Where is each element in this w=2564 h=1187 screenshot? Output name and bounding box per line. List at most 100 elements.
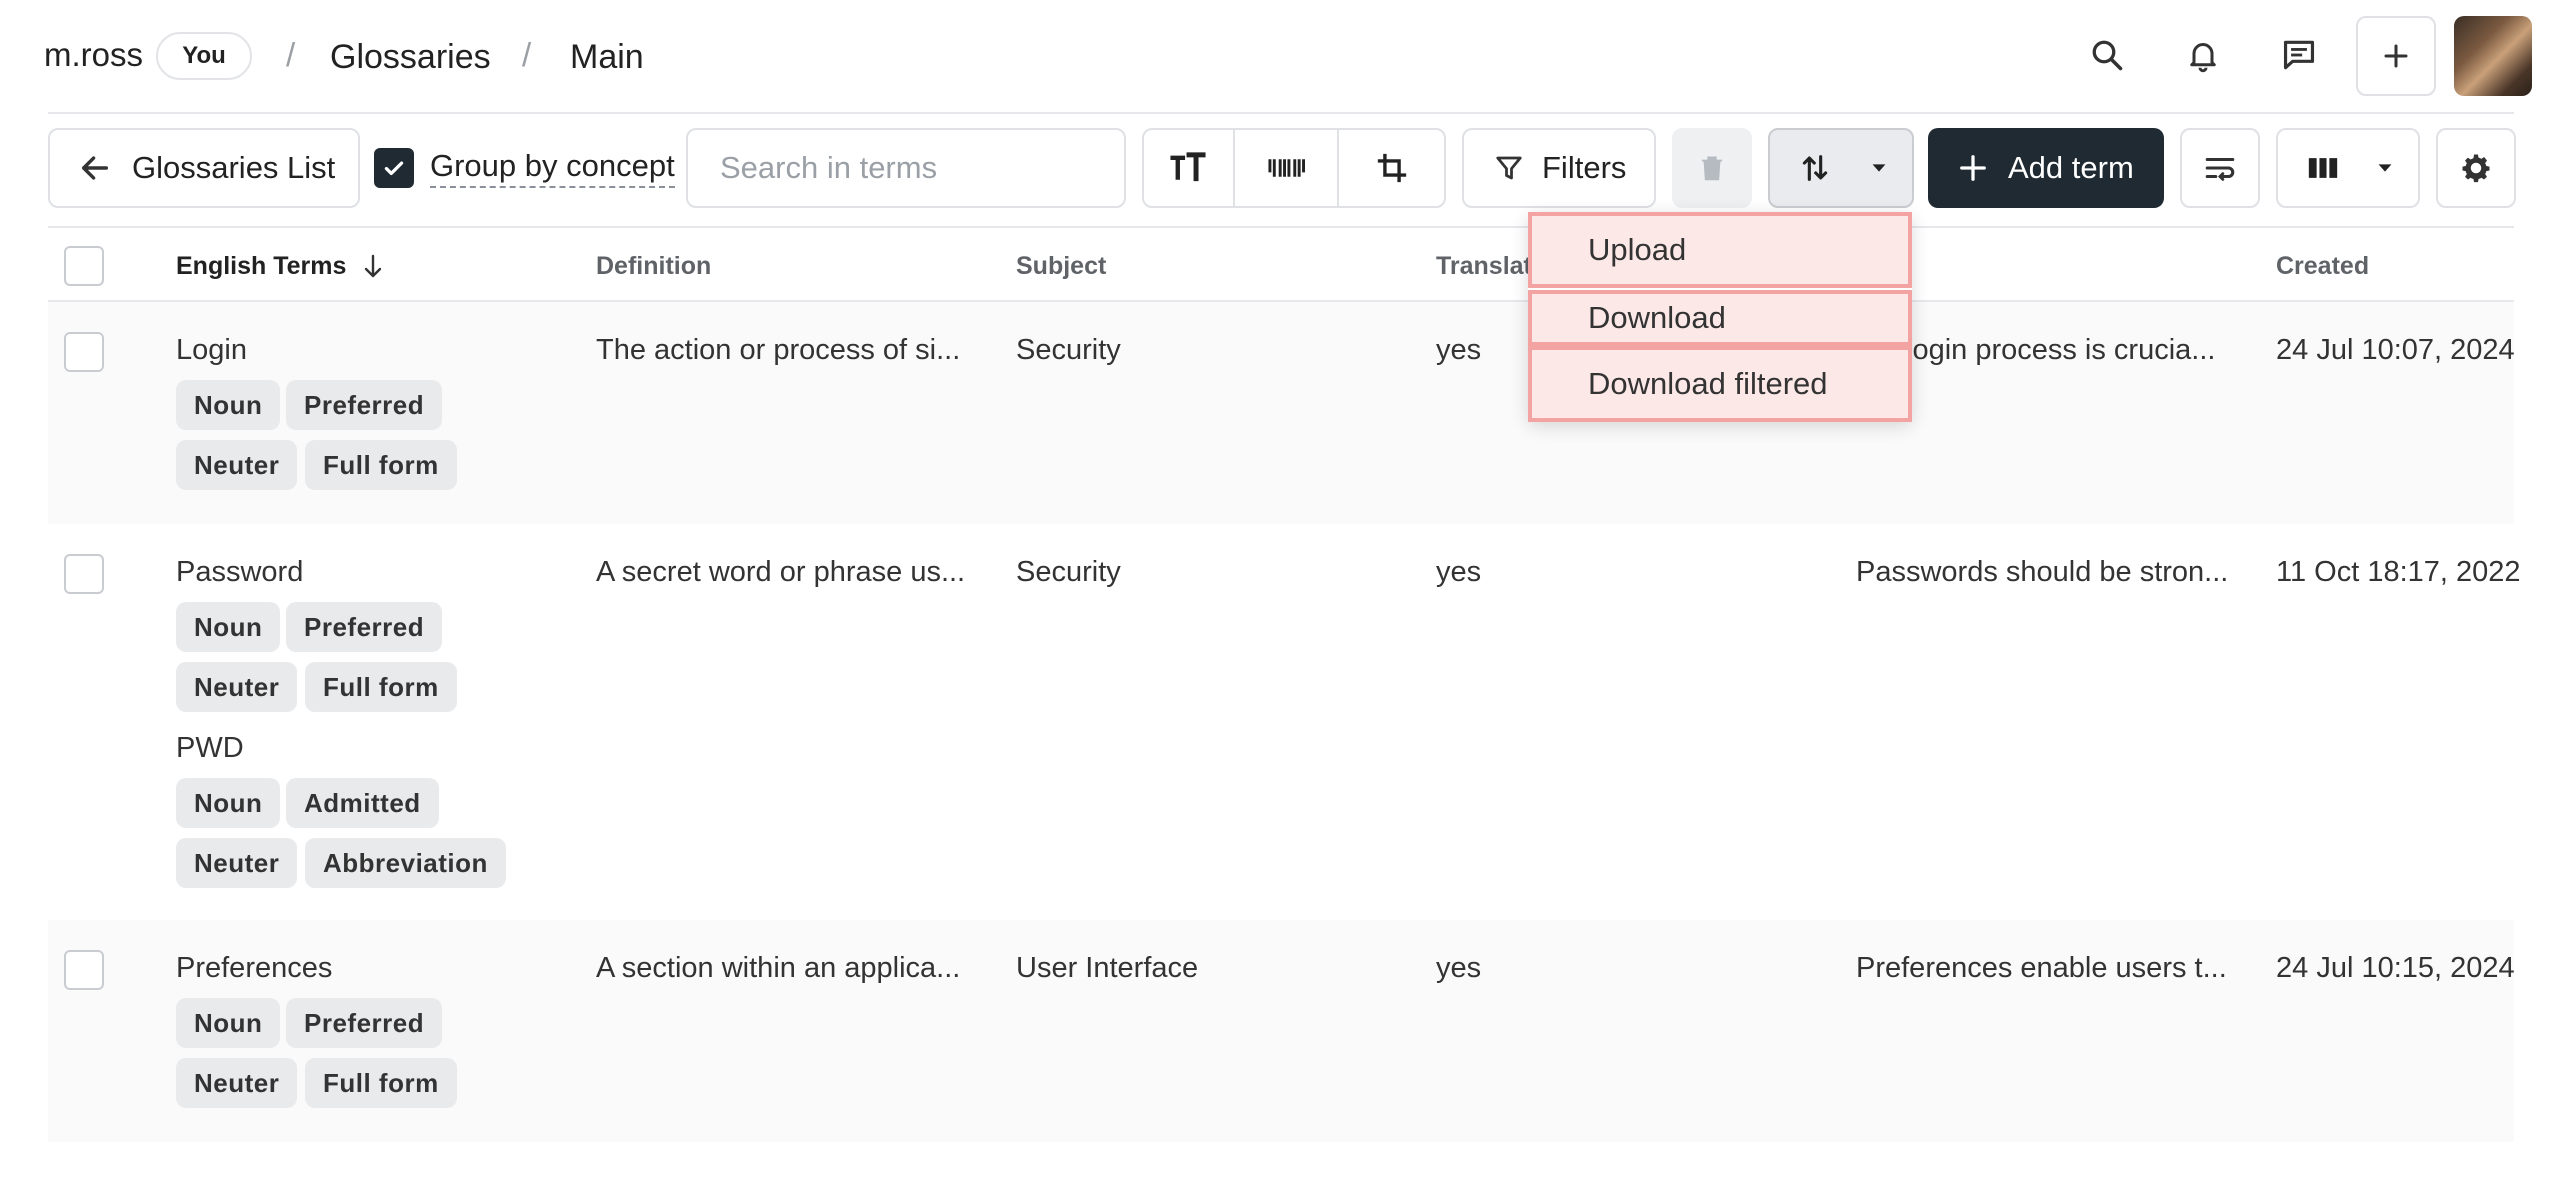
breadcrumb-glossaries[interactable]: Glossaries xyxy=(330,38,491,77)
subject-cell: Security xyxy=(1016,334,1121,366)
tag-gender: Neuter xyxy=(176,1058,298,1108)
create-button[interactable] xyxy=(2356,16,2436,96)
barcode-icon xyxy=(1268,159,1306,177)
plus-icon xyxy=(2384,44,2408,68)
gear-icon xyxy=(2462,154,2490,183)
delete-button[interactable] xyxy=(1672,128,1752,208)
view-mode-group xyxy=(1142,128,1446,208)
table-header: English Terms Definition Subject Transla… xyxy=(48,226,2514,302)
filter-icon xyxy=(1496,156,1522,180)
you-badge: You xyxy=(156,32,252,80)
top-bar: m.ross You / Glossaries / Main xyxy=(0,0,2564,112)
sort-down-icon xyxy=(365,254,382,278)
import-export-button[interactable] xyxy=(1768,128,1914,208)
tag-form: Full form xyxy=(305,1058,457,1108)
table-row[interactable]: Preferences Noun Preferred Neuter Full f… xyxy=(48,920,2515,1142)
menu-item-upload[interactable]: Upload xyxy=(1528,212,1912,288)
tag-status: Preferred xyxy=(286,998,443,1048)
definition-cell: A section within an applica... xyxy=(596,952,961,984)
caret-down-icon xyxy=(1872,164,1886,172)
created-cell: 24 Jul 10:07, 2024 xyxy=(2276,334,2515,366)
columns-button[interactable] xyxy=(2276,128,2420,208)
tag-gender: Neuter xyxy=(176,440,298,490)
table-row[interactable]: Login Noun Preferred Neuter Full form Th… xyxy=(48,302,2515,524)
check-icon xyxy=(384,161,404,176)
add-term-button[interactable]: Add term xyxy=(1928,128,2164,208)
spacing-button[interactable] xyxy=(1235,130,1340,206)
column-english-terms[interactable]: English Terms xyxy=(176,252,385,281)
tag-gender: Neuter xyxy=(176,838,298,888)
search-input[interactable] xyxy=(686,128,1126,208)
glossaries-list-label: Glossaries List xyxy=(132,150,336,185)
row-checkbox[interactable] xyxy=(64,554,104,594)
tag-part-of-speech: Noun xyxy=(176,778,281,828)
definition-cell: A secret word or phrase us... xyxy=(596,556,966,588)
tag-part-of-speech: Noun xyxy=(176,602,281,652)
column-label: English Terms xyxy=(176,252,347,280)
avatar[interactable] xyxy=(2454,16,2532,96)
tag-status: Preferred xyxy=(286,380,443,430)
wrap-text-icon xyxy=(2205,157,2235,181)
row-checkbox[interactable] xyxy=(64,950,104,990)
tag-status: Preferred xyxy=(286,602,443,652)
term-text[interactable]: PWD xyxy=(176,732,244,765)
context-cell: Passwords should be stron... xyxy=(1856,556,2229,588)
menu-item-download[interactable]: Download xyxy=(1528,290,1912,346)
row-checkbox[interactable] xyxy=(64,332,104,372)
add-term-label: Add term xyxy=(2008,150,2134,185)
wrap-text-button[interactable] xyxy=(2180,128,2260,208)
select-all-checkbox[interactable] xyxy=(64,246,104,286)
tag-form: Full form xyxy=(305,662,457,712)
translatable-cell: yes xyxy=(1436,952,1482,984)
column-translatable[interactable]: Translat xyxy=(1436,252,1532,281)
search-icon[interactable] xyxy=(2074,22,2140,88)
breadcrumb-separator: / xyxy=(522,36,532,73)
menu-item-download-filtered[interactable]: Download filtered xyxy=(1528,346,1912,422)
arrow-left-icon xyxy=(81,156,109,180)
breadcrumb-separator: / xyxy=(286,36,296,73)
columns-icon xyxy=(2308,158,2338,178)
subject-cell: User Interface xyxy=(1016,952,1199,984)
filters-label: Filters xyxy=(1542,150,1627,185)
import-export-icon xyxy=(1802,155,1828,181)
group-by-concept-checkbox[interactable] xyxy=(374,148,414,188)
column-created[interactable]: Created xyxy=(2276,252,2369,281)
crop-icon xyxy=(1377,153,1406,183)
bell-icon[interactable] xyxy=(2170,22,2236,88)
term-text[interactable]: Preferences xyxy=(176,952,332,985)
chat-icon[interactable] xyxy=(2266,22,2332,88)
breadcrumb-main: Main xyxy=(570,38,644,76)
context-cell: Preferences enable users t... xyxy=(1856,952,2227,984)
context-cell: login process is crucia... xyxy=(1906,334,2216,366)
group-by-concept-label[interactable]: Group by concept xyxy=(430,148,675,188)
user-name[interactable]: m.ross xyxy=(44,36,143,74)
settings-button[interactable] xyxy=(2436,128,2516,208)
text-size-button[interactable] xyxy=(1144,130,1235,206)
subject-cell: Security xyxy=(1016,556,1121,588)
definition-cell: The action or process of si... xyxy=(596,334,961,366)
created-cell: 11 Oct 18:17, 2022 xyxy=(2276,556,2521,588)
crop-button[interactable] xyxy=(1339,130,1444,206)
column-definition[interactable]: Definition xyxy=(596,252,711,281)
tag-status: Admitted xyxy=(286,778,439,828)
translatable-cell: yes xyxy=(1436,334,1482,366)
text-size-icon xyxy=(1170,152,1206,182)
tag-gender: Neuter xyxy=(176,662,298,712)
plus-icon xyxy=(1960,155,1986,181)
term-text[interactable]: Login xyxy=(176,334,247,367)
table-row[interactable]: Password Noun Preferred Neuter Full form… xyxy=(48,524,2521,920)
tag-part-of-speech: Noun xyxy=(176,998,281,1048)
tag-form: Abbreviation xyxy=(305,838,506,888)
translatable-cell: yes xyxy=(1436,556,1482,588)
import-export-menu: Upload Download Download filtered xyxy=(1528,212,1912,422)
term-text[interactable]: Password xyxy=(176,556,303,589)
created-cell: 24 Jul 10:15, 2024 xyxy=(2276,952,2515,984)
glossaries-list-button[interactable]: Glossaries List xyxy=(48,128,360,208)
header-divider xyxy=(48,112,2514,114)
caret-down-icon xyxy=(2378,164,2392,172)
trash-icon xyxy=(1702,156,1722,181)
tag-form: Full form xyxy=(305,440,457,490)
filters-button[interactable]: Filters xyxy=(1462,128,1656,208)
column-subject[interactable]: Subject xyxy=(1016,252,1106,281)
tag-part-of-speech: Noun xyxy=(176,380,281,430)
